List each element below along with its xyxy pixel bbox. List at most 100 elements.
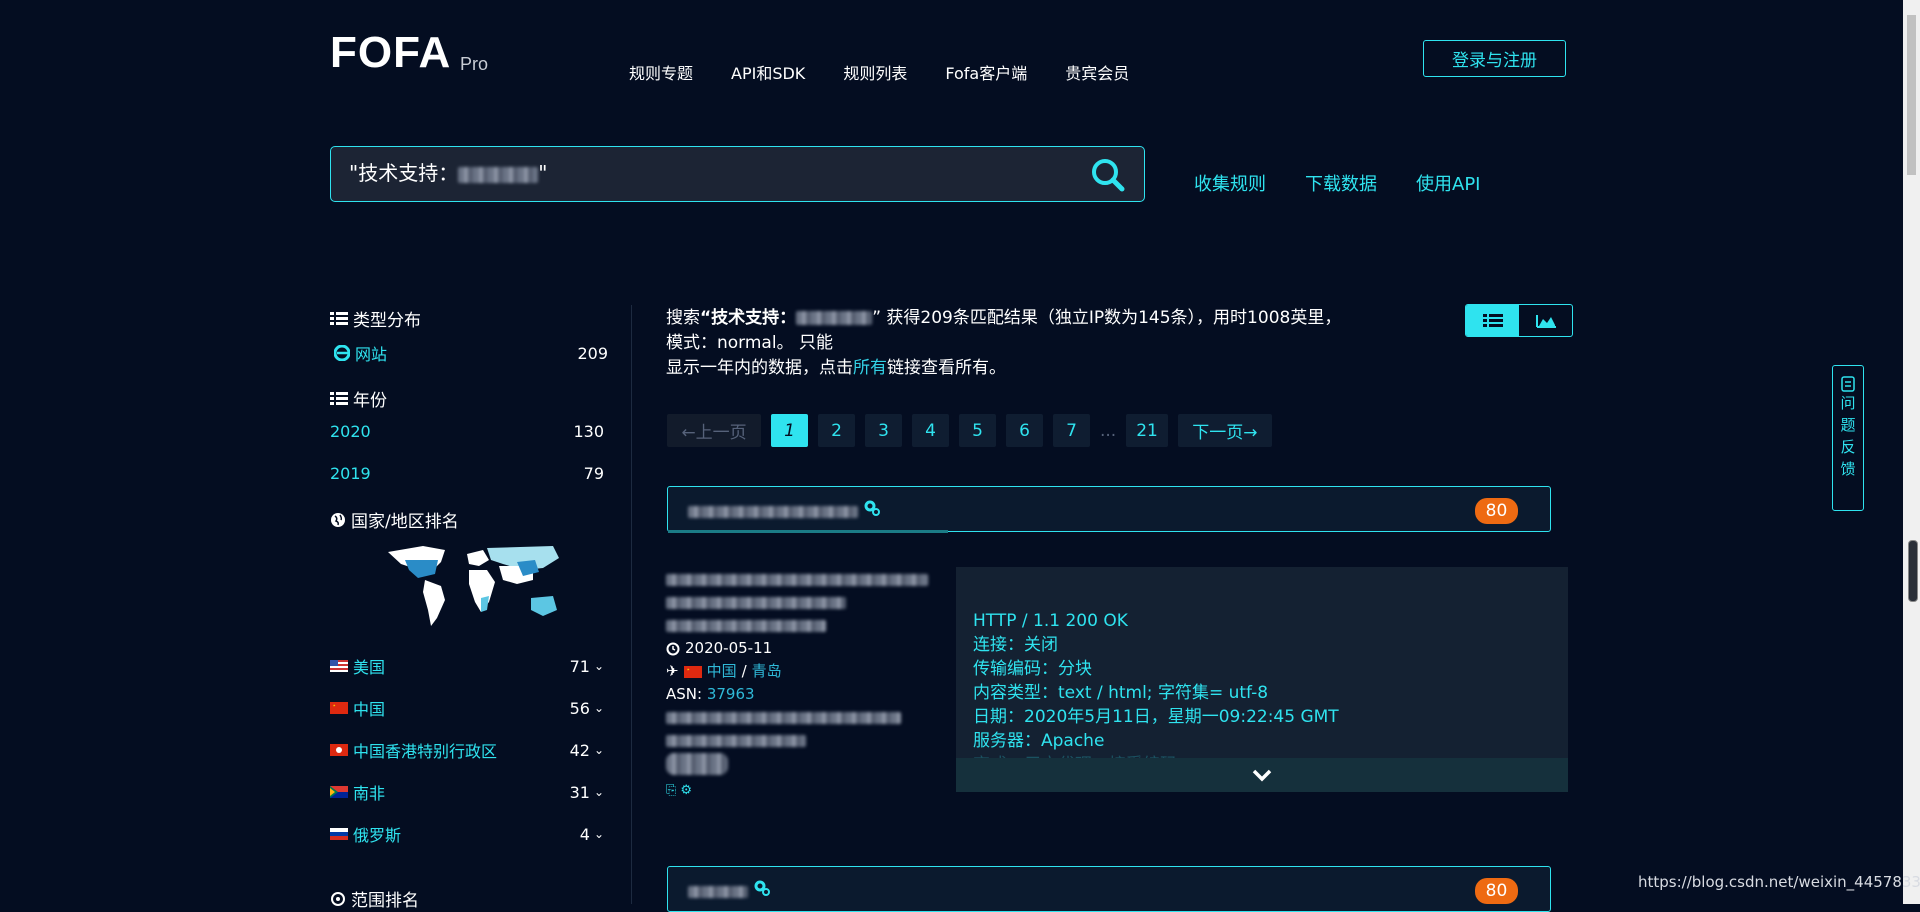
country-count: 42 ⌄ bbox=[570, 738, 604, 762]
area-chart-icon bbox=[1535, 314, 1556, 328]
ru-flag-icon bbox=[330, 828, 348, 840]
nav-vip[interactable]: 贵宾会员 bbox=[1065, 60, 1129, 84]
chevron-down-icon[interactable]: ⌄ bbox=[594, 659, 604, 673]
result-tools: ⎘ ⚙ bbox=[666, 779, 936, 802]
country-count: 31 ⌄ bbox=[570, 780, 604, 804]
range-title-text: 范围排名 bbox=[351, 891, 419, 911]
nav-rule-list[interactable]: 规则列表 bbox=[843, 60, 907, 84]
world-map[interactable] bbox=[383, 540, 563, 632]
country-label: 俄罗斯 bbox=[330, 822, 401, 846]
country-item-us[interactable]: 美国 71 ⌄ bbox=[330, 654, 604, 678]
next-page-button[interactable]: 下一页→ bbox=[1177, 414, 1272, 447]
summary-line-3: 显示一年内的数据，点击所有链接查看所有。 bbox=[666, 356, 1386, 381]
summary-line-2: 模式：normal。 只能 bbox=[666, 333, 833, 353]
fofa-logo[interactable]: FOFA Pro bbox=[330, 28, 505, 82]
result-host-bar[interactable]: 80 bbox=[667, 486, 1551, 533]
redacted-title bbox=[666, 568, 936, 591]
score-badge: 80 bbox=[1475, 878, 1518, 904]
country-item-cn[interactable]: 中国 56 ⌄ bbox=[330, 696, 604, 720]
country-count-value: 31 bbox=[569, 782, 590, 802]
year-item-2020[interactable]: 2020 130 bbox=[330, 422, 604, 441]
page-scrollbar[interactable] bbox=[1903, 0, 1920, 904]
page-button[interactable]: 5 bbox=[959, 414, 996, 447]
search-input[interactable]: "技术支持： " bbox=[349, 157, 1069, 191]
page-button[interactable]: 21 bbox=[1126, 414, 1168, 447]
login-register-button[interactable]: 登录与注册 bbox=[1423, 40, 1566, 77]
page-button[interactable]: 3 bbox=[865, 414, 902, 447]
page-button[interactable]: 2 bbox=[818, 414, 855, 447]
chevron-down-icon[interactable]: ⌄ bbox=[594, 701, 604, 715]
expand-response-button[interactable] bbox=[956, 758, 1568, 792]
main-nav: 规则专题 API和SDK 规则列表 Fofa客户端 贵宾会员 bbox=[629, 60, 1129, 84]
gear-icon[interactable] bbox=[863, 499, 881, 517]
redacted-org[interactable] bbox=[666, 706, 936, 729]
redacted-tag[interactable] bbox=[666, 752, 936, 775]
file-icon[interactable]: ⎘ bbox=[666, 779, 676, 802]
feedback-char: 题 bbox=[1840, 416, 1856, 434]
redacted-domain[interactable] bbox=[666, 729, 936, 752]
country-count-value: 71 bbox=[569, 656, 590, 676]
nav-api-sdk[interactable]: API和SDK bbox=[731, 60, 805, 84]
feedback-char: 馈 bbox=[1840, 460, 1856, 478]
za-flag-icon bbox=[330, 786, 348, 798]
download-data-link[interactable]: 下载数据 bbox=[1305, 170, 1377, 196]
type-item-website[interactable]: 网站 209 bbox=[334, 341, 608, 365]
year-count: 79 bbox=[583, 464, 604, 483]
collect-rule-link[interactable]: 收集规则 bbox=[1194, 170, 1266, 196]
gears-icon[interactable]: ⚙ bbox=[680, 779, 692, 802]
all-results-link[interactable]: 所有 bbox=[853, 358, 887, 378]
feedback-char: 问 bbox=[1840, 394, 1856, 412]
list-icon bbox=[330, 391, 348, 405]
country-name: 中国香港特别行政区 bbox=[353, 742, 498, 761]
sidebar-divider bbox=[631, 305, 632, 904]
prev-page-button[interactable]: ←上一页 bbox=[667, 414, 761, 447]
pagination: ←上一页 1 2 3 4 5 6 7 ... 21 下一页→ bbox=[667, 414, 1272, 447]
website-count: 209 bbox=[577, 343, 608, 363]
host-link[interactable] bbox=[688, 501, 858, 520]
country-item-ru[interactable]: 俄罗斯 4 ⌄ bbox=[330, 822, 604, 846]
chart-view-button[interactable] bbox=[1519, 305, 1572, 336]
nav-rule-topics[interactable]: 规则专题 bbox=[629, 60, 693, 84]
location-separator: / bbox=[741, 662, 747, 680]
page-button[interactable]: 4 bbox=[912, 414, 949, 447]
result-date-row: 2020-05-11 bbox=[666, 637, 936, 660]
country-name: 南非 bbox=[353, 784, 386, 803]
result-country-link[interactable]: 中国 bbox=[707, 660, 737, 683]
feedback-button[interactable]: 问 题 反 馈 bbox=[1832, 365, 1864, 511]
scrollbar-thumb[interactable] bbox=[1907, 15, 1916, 175]
page-button[interactable]: 6 bbox=[1006, 414, 1043, 447]
chevron-down-icon[interactable]: ⌄ bbox=[594, 743, 604, 757]
page-button[interactable]: 7 bbox=[1053, 414, 1090, 447]
country-name: 美国 bbox=[353, 658, 386, 677]
chevron-down-icon[interactable]: ⌄ bbox=[594, 785, 604, 799]
host-link[interactable] bbox=[688, 881, 748, 900]
country-label: 美国 bbox=[330, 654, 385, 678]
country-item-hk[interactable]: 中国香港特别行政区 42 ⌄ bbox=[330, 738, 604, 762]
page-button[interactable]: 1 bbox=[771, 414, 808, 447]
year-item-2019[interactable]: 2019 79 bbox=[330, 464, 604, 483]
redacted-query bbox=[458, 166, 539, 183]
result-city-link[interactable]: 青岛 bbox=[752, 660, 782, 683]
website-label-text: 网站 bbox=[355, 345, 388, 364]
search-query-end: " bbox=[538, 161, 548, 185]
score-badge: 80 bbox=[1475, 498, 1518, 524]
response-line: HTTP / 1.1 200 OK bbox=[973, 611, 1128, 631]
website-label: 网站 bbox=[334, 341, 387, 365]
side-handle[interactable] bbox=[1908, 540, 1918, 602]
summary-prefix: 搜索 bbox=[666, 308, 700, 328]
chevron-down-icon[interactable]: ⌄ bbox=[594, 827, 604, 841]
asn-link[interactable]: 37963 bbox=[707, 685, 755, 703]
search-icon[interactable] bbox=[1088, 155, 1128, 195]
list-icon bbox=[330, 311, 348, 325]
year-label: 2019 bbox=[330, 464, 371, 483]
list-view-button[interactable] bbox=[1466, 305, 1519, 336]
hk-flag-icon bbox=[330, 744, 348, 756]
country-item-za[interactable]: 南非 31 ⌄ bbox=[330, 780, 604, 804]
use-api-link[interactable]: 使用API bbox=[1416, 170, 1480, 196]
redacted-ip[interactable] bbox=[666, 614, 936, 637]
country-title-text: 国家/地区排名 bbox=[351, 512, 459, 532]
nav-fofa-client[interactable]: Fofa客户端 bbox=[945, 60, 1027, 84]
cn-flag-icon bbox=[683, 665, 702, 678]
gear-icon[interactable] bbox=[753, 879, 771, 897]
result-host-bar[interactable]: 80 bbox=[667, 866, 1551, 912]
